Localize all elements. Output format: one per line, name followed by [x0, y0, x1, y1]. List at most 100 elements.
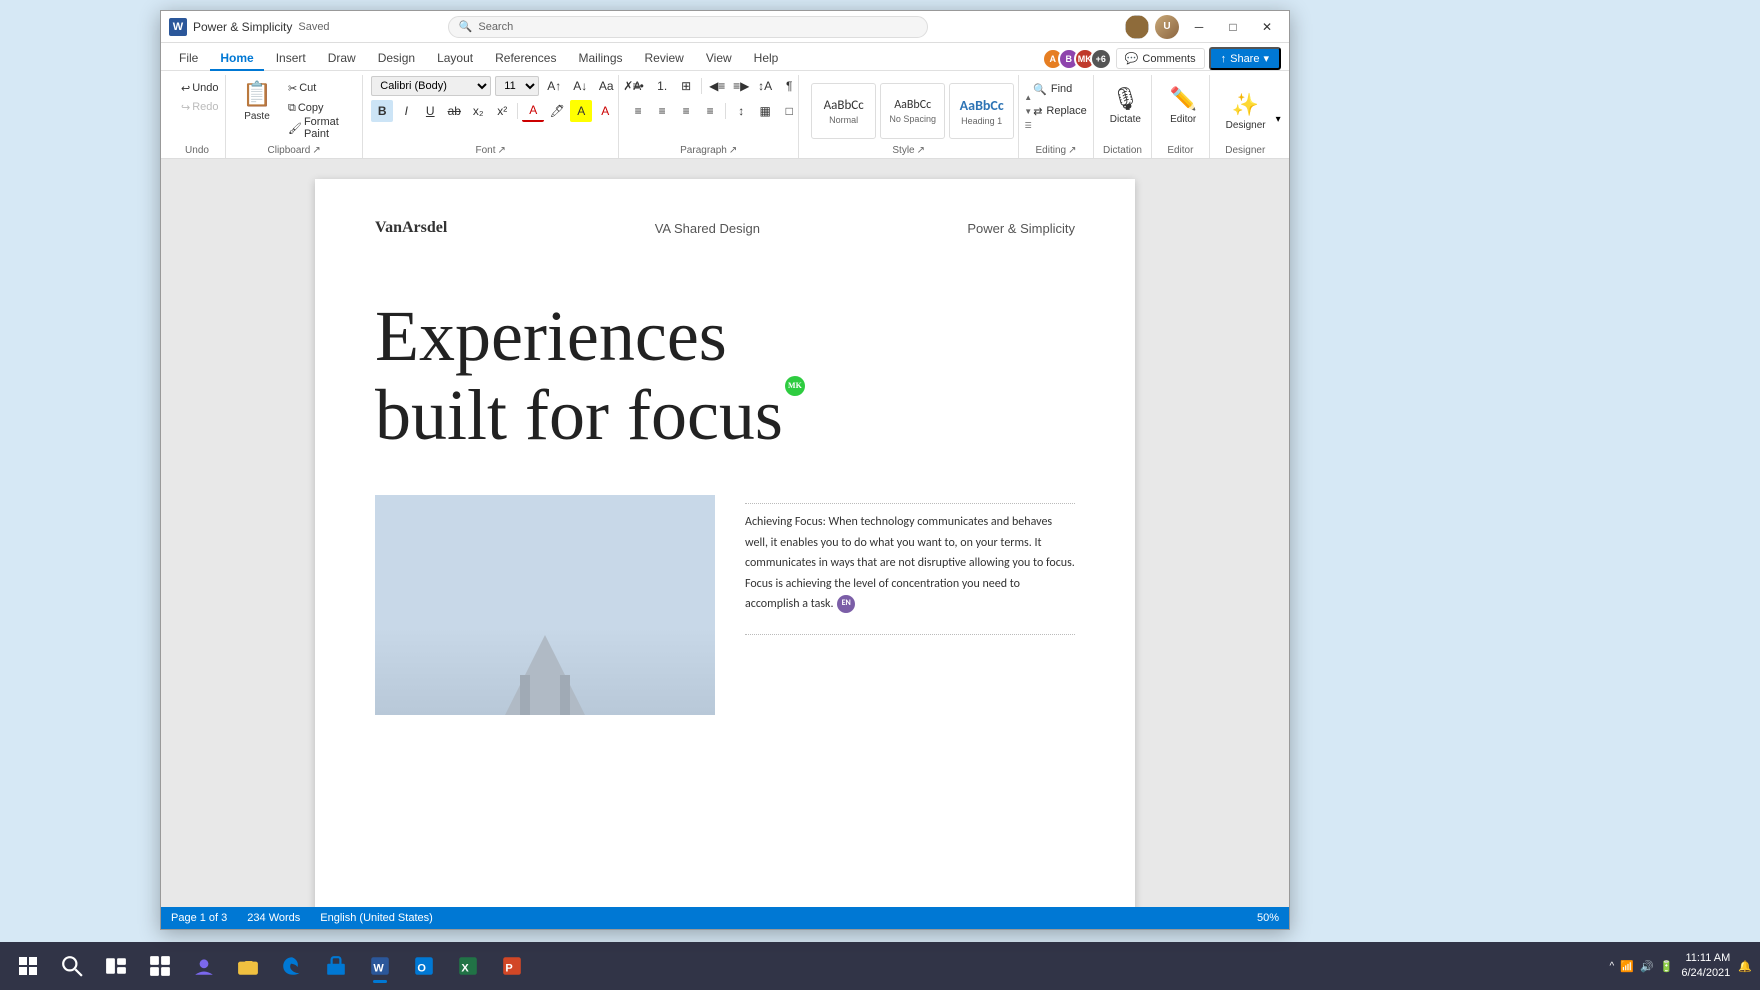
redo-button[interactable]: ↪ Redo	[177, 98, 223, 116]
status-right: 50%	[1257, 912, 1279, 924]
search-box[interactable]: 🔍 Search	[448, 16, 928, 38]
document-title: Power & Simplicity	[193, 20, 292, 34]
justify-button[interactable]: ≡	[699, 100, 721, 122]
title-line1: Experiences	[375, 296, 727, 376]
task-view-button[interactable]	[96, 946, 136, 986]
designer-expand-icon[interactable]: ▾	[1276, 114, 1281, 125]
powerpoint-button[interactable]: P	[492, 946, 532, 986]
align-left-button[interactable]: ≡	[627, 100, 649, 122]
tab-references[interactable]: References	[485, 47, 566, 71]
format-paint-icon: 🖌	[288, 122, 302, 135]
style-normal[interactable]: AaBbCc Normal	[811, 83, 876, 139]
outlook-button[interactable]: O	[404, 946, 444, 986]
tab-insert[interactable]: Insert	[266, 47, 316, 71]
underline-button[interactable]: U	[419, 100, 441, 122]
chevron-icon[interactable]: ^	[1610, 961, 1615, 972]
system-clock[interactable]: 11:11 AM 6/24/2021	[1681, 951, 1730, 982]
highlight-button[interactable]: 🖊	[546, 100, 568, 122]
font-expand-icon[interactable]: ↗	[498, 145, 506, 156]
minimize-button[interactable]: ─	[1185, 16, 1213, 38]
bullets-button[interactable]: ≡•	[627, 75, 649, 97]
decrease-font-button[interactable]: A↓	[569, 75, 591, 97]
copy-button[interactable]: ⧉ Copy	[284, 99, 354, 117]
font-family-select[interactable]: Calibri (Body)	[371, 76, 491, 96]
tab-file[interactable]: File	[169, 47, 208, 71]
change-case-button[interactable]: Aa	[595, 75, 617, 97]
wifi-icon[interactable]: 📶	[1620, 960, 1634, 973]
search-icon: 🔍	[459, 20, 473, 33]
dictate-button[interactable]: 🎙 Dictate	[1102, 79, 1149, 131]
search-taskbar-button[interactable]	[52, 946, 92, 986]
strikethrough-button[interactable]: ab	[443, 100, 465, 122]
numbering-button[interactable]: 1.	[651, 75, 673, 97]
volume-icon[interactable]: 🔊	[1640, 960, 1654, 973]
tab-review[interactable]: Review	[635, 47, 694, 71]
tab-design[interactable]: Design	[368, 47, 425, 71]
style-no-spacing[interactable]: AaBbCc No Spacing	[880, 83, 945, 139]
text-color-button[interactable]: A	[594, 100, 616, 122]
cut-button[interactable]: ✂ Cut	[284, 79, 354, 97]
sort-button[interactable]: ↕A	[754, 75, 776, 97]
widgets-button[interactable]	[140, 946, 180, 986]
replace-button[interactable]: ⇄ Replace	[1027, 101, 1093, 121]
borders-button[interactable]: □	[778, 100, 800, 122]
paste-button[interactable]: 📋 Paste	[234, 75, 280, 127]
align-right-button[interactable]: ≡	[675, 100, 697, 122]
tab-mailings[interactable]: Mailings	[568, 47, 632, 71]
store-button[interactable]	[316, 946, 356, 986]
notification-icon[interactable]: 🔔	[1738, 960, 1752, 973]
editor-button[interactable]: ✏️ Editor	[1160, 79, 1206, 131]
comments-button[interactable]: 💬 Comments	[1116, 48, 1205, 69]
font-group-label: Font ↗	[371, 143, 610, 158]
undo-button[interactable]: ↩ Undo	[177, 79, 223, 97]
clipboard-expand-icon[interactable]: ↗	[312, 145, 320, 156]
taskbar-right: ^ 📶 🔊 🔋 11:11 AM 6/24/2021 🔔	[1610, 951, 1752, 982]
multilevel-button[interactable]: ⊞	[675, 75, 697, 97]
battery-icon[interactable]: 🔋	[1660, 960, 1674, 973]
excel-button[interactable]: X	[448, 946, 488, 986]
paste-icon: 📋	[242, 80, 272, 109]
font-size-select[interactable]: 11	[495, 76, 539, 96]
pilcrow-button[interactable]: ¶	[778, 75, 800, 97]
indent-increase-button[interactable]: ≡▶	[730, 75, 752, 97]
teams-chat-button[interactable]	[184, 946, 224, 986]
font-color-button[interactable]: A	[522, 100, 544, 122]
replace-icon: ⇄	[1033, 105, 1042, 118]
editing-expand-icon[interactable]: ↗	[1068, 145, 1076, 156]
explorer-button[interactable]	[228, 946, 268, 986]
style-group: AaBbCc Normal AaBbCc No Spacing AaBbCc H…	[799, 75, 1019, 158]
title-bar-left: W Power & Simplicity Saved	[169, 18, 349, 36]
svg-text:P: P	[505, 963, 512, 975]
word-window: W Power & Simplicity Saved 🔍 Search U ─ …	[160, 10, 1290, 930]
tab-view[interactable]: View	[696, 47, 742, 71]
maximize-button[interactable]: □	[1219, 16, 1247, 38]
format-paint-button[interactable]: 🖌 Format Paint	[284, 119, 354, 137]
indent-decrease-button[interactable]: ◀≡	[706, 75, 728, 97]
increase-font-button[interactable]: A↑	[543, 75, 565, 97]
subscript-button[interactable]: x₂	[467, 100, 489, 122]
edge-button[interactable]	[272, 946, 312, 986]
tab-draw[interactable]: Draw	[318, 47, 366, 71]
line-spacing-button[interactable]: ↕	[730, 100, 752, 122]
bold-button[interactable]: B	[371, 100, 393, 122]
word-taskbar-button[interactable]: W	[360, 946, 400, 986]
building-icon	[485, 625, 605, 715]
find-button[interactable]: 🔍 Find	[1027, 79, 1078, 99]
share-button[interactable]: ↑ Share ▾	[1209, 47, 1281, 70]
tab-layout[interactable]: Layout	[427, 47, 483, 71]
shading-button[interactable]: ▦	[754, 100, 776, 122]
start-button[interactable]	[8, 946, 48, 986]
italic-button[interactable]: I	[395, 100, 417, 122]
style-heading1[interactable]: AaBbCc Heading 1	[949, 83, 1014, 139]
style-expand-icon[interactable]: ↗	[917, 145, 925, 156]
close-button[interactable]: ✕	[1253, 16, 1281, 38]
tab-help[interactable]: Help	[744, 47, 789, 71]
align-center-button[interactable]: ≡	[651, 100, 673, 122]
superscript-button[interactable]: x²	[491, 100, 513, 122]
tab-home[interactable]: Home	[210, 47, 263, 71]
text-highlight-button[interactable]: A	[570, 100, 592, 122]
paragraph-expand-icon[interactable]: ↗	[729, 145, 737, 156]
clipboard-group-label: Clipboard ↗	[234, 143, 354, 158]
designer-button[interactable]: ✨ Designer	[1218, 85, 1274, 137]
font-family-row: Calibri (Body) 11 A↑ A↓ Aa ✗A	[371, 75, 643, 97]
